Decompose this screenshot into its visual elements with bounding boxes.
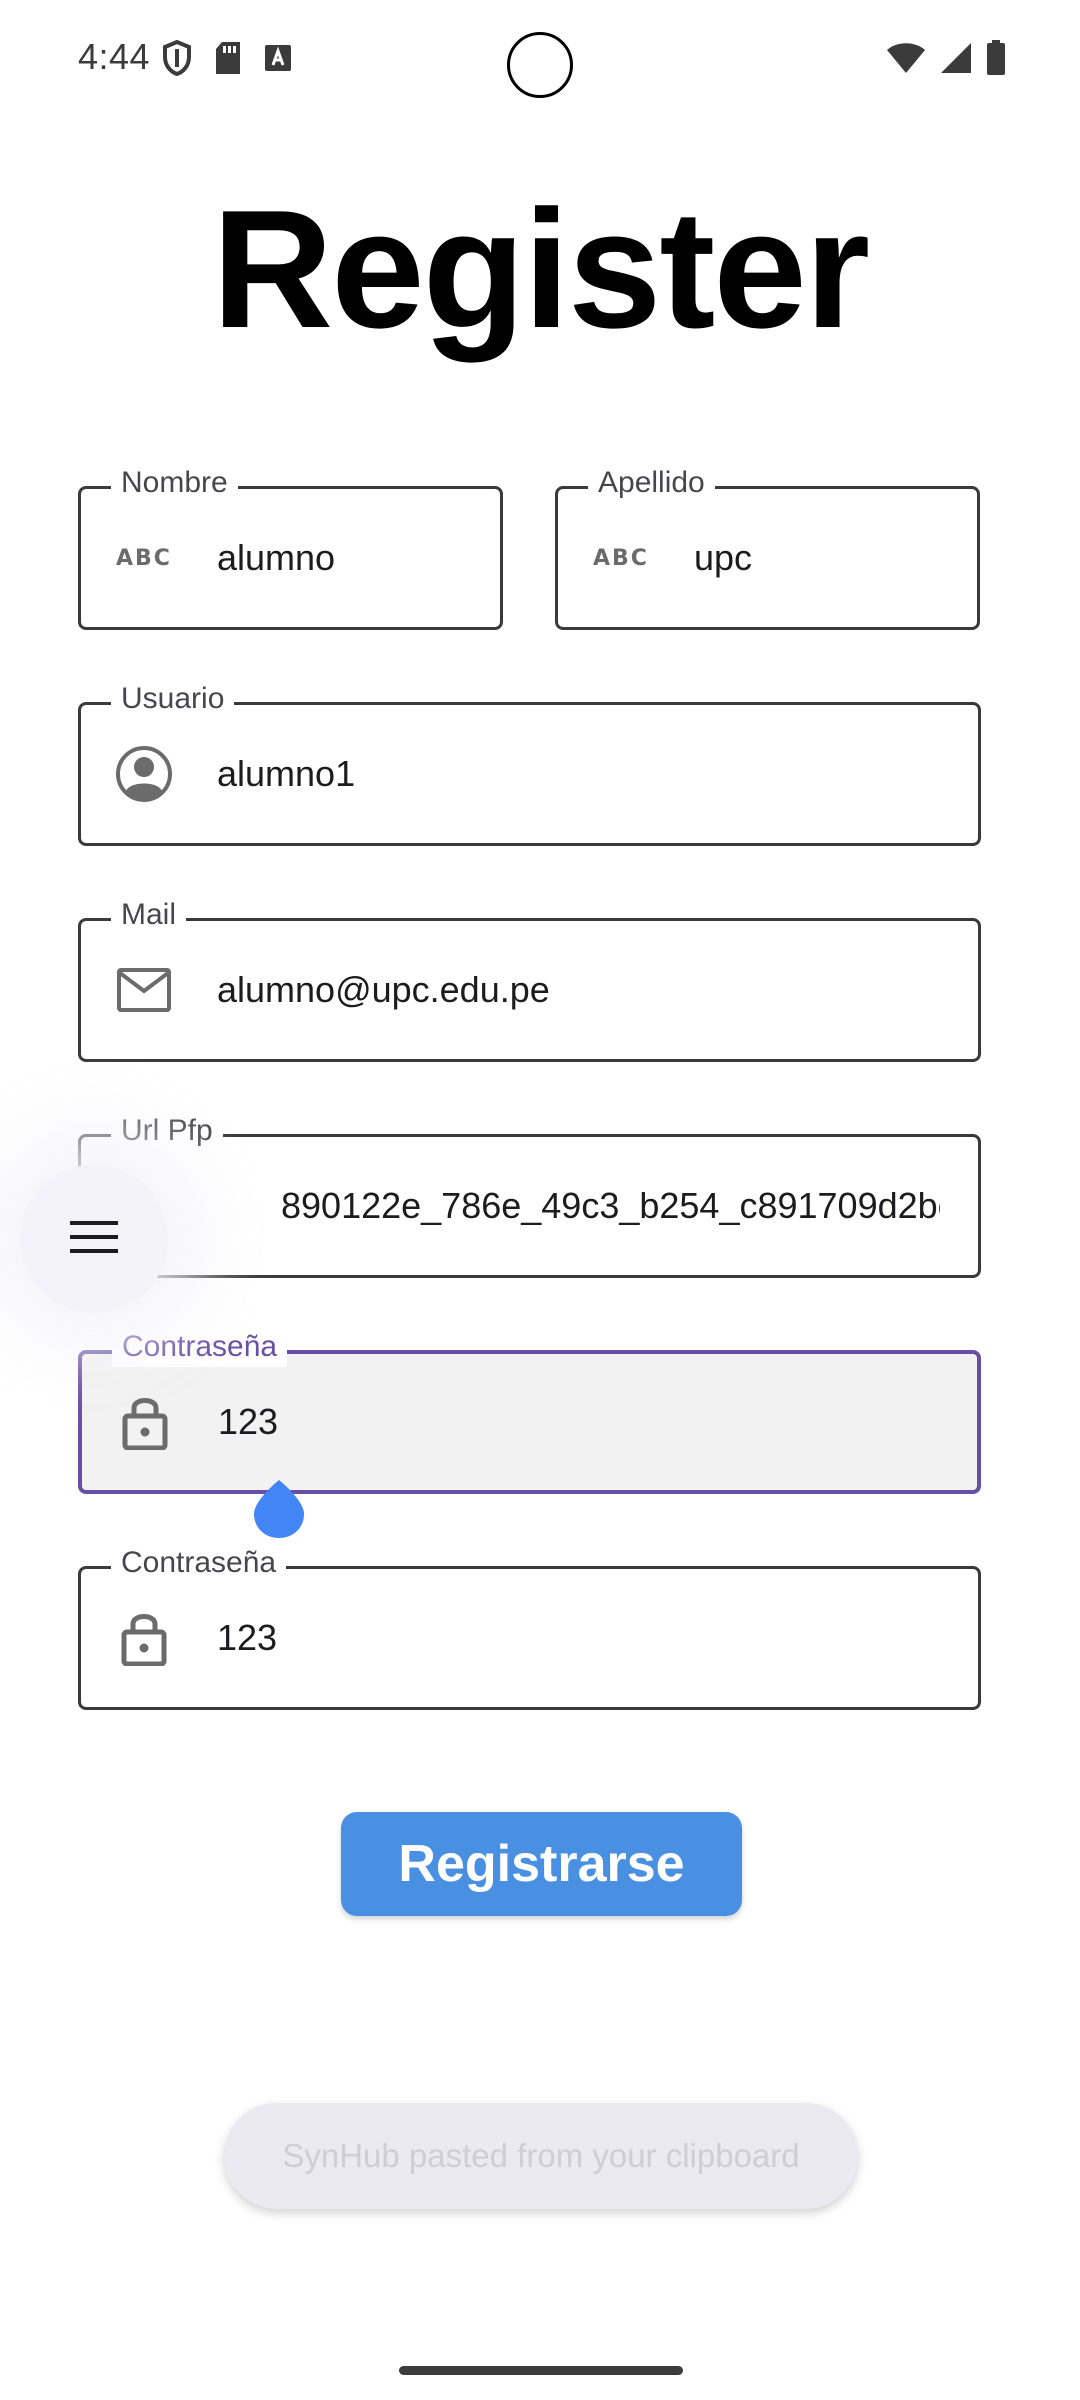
text-cursor-handle[interactable] — [252, 1478, 306, 1540]
apellido-field[interactable]: Apellido ABC upc — [555, 463, 980, 630]
usuario-input[interactable]: alumno1 — [217, 749, 954, 799]
wifi-icon — [886, 42, 926, 79]
mail-icon — [115, 961, 173, 1019]
nombre-field[interactable]: Nombre ABC alumno — [78, 463, 503, 630]
abc-icon-text: ABC — [116, 545, 172, 571]
register-button[interactable]: Registrarse — [341, 1812, 742, 1916]
password-confirm-input[interactable]: 123 — [217, 1613, 954, 1663]
sd-card-icon — [214, 41, 242, 80]
account-circle-icon — [115, 745, 173, 803]
usuario-field[interactable]: Usuario alumno1 — [78, 679, 981, 846]
mail-label: Mail — [111, 895, 187, 935]
hamburger-menu-icon — [69, 1219, 119, 1260]
menu-button[interactable] — [20, 1165, 168, 1313]
battery-icon — [986, 40, 1006, 81]
lock-icon — [115, 1609, 173, 1667]
abc-icon: ABC — [115, 529, 173, 587]
abc-icon-text: ABC — [593, 545, 649, 571]
password-input[interactable]: 123 — [218, 1397, 953, 1447]
keyboard-a-icon — [264, 44, 292, 77]
shield-icon — [162, 39, 192, 81]
lock-icon — [116, 1393, 174, 1451]
status-icons-right — [886, 40, 1006, 81]
abc-icon: ABC — [592, 529, 650, 587]
password-field[interactable]: Contraseña 123 — [78, 1327, 981, 1494]
home-indicator[interactable] — [399, 2366, 683, 2375]
password-confirm-label: Contraseña — [111, 1543, 287, 1583]
nombre-label: Nombre — [111, 463, 238, 503]
usuario-label: Usuario — [111, 679, 235, 719]
camera-cutout — [507, 32, 573, 98]
status-icons-left — [162, 39, 292, 81]
url-pfp-field[interactable]: Url Pfp 890122e_786e_49c3_b254_c891709d2… — [78, 1111, 981, 1278]
signal-icon — [940, 42, 972, 79]
mail-field[interactable]: Mail alumno@upc.edu.pe — [78, 895, 981, 1062]
mail-input[interactable]: alumno@upc.edu.pe — [217, 965, 954, 1015]
url-pfp-input[interactable]: 890122e_786e_49c3_b254_c891709d2bc4.jpeg — [281, 1181, 940, 1231]
clipboard-toast: SynHub pasted from your clipboard — [224, 2103, 858, 2209]
status-bar: 4:44 — [0, 0, 1080, 120]
page-title: Register — [211, 175, 870, 363]
apellido-input[interactable]: upc — [694, 533, 953, 583]
apellido-label: Apellido — [588, 463, 715, 503]
password-confirm-field[interactable]: Contraseña 123 — [78, 1543, 981, 1710]
status-time: 4:44 — [78, 36, 151, 77]
nombre-input[interactable]: alumno — [217, 533, 476, 583]
password-label: Contraseña — [112, 1327, 288, 1367]
url-pfp-label: Url Pfp — [111, 1111, 223, 1151]
